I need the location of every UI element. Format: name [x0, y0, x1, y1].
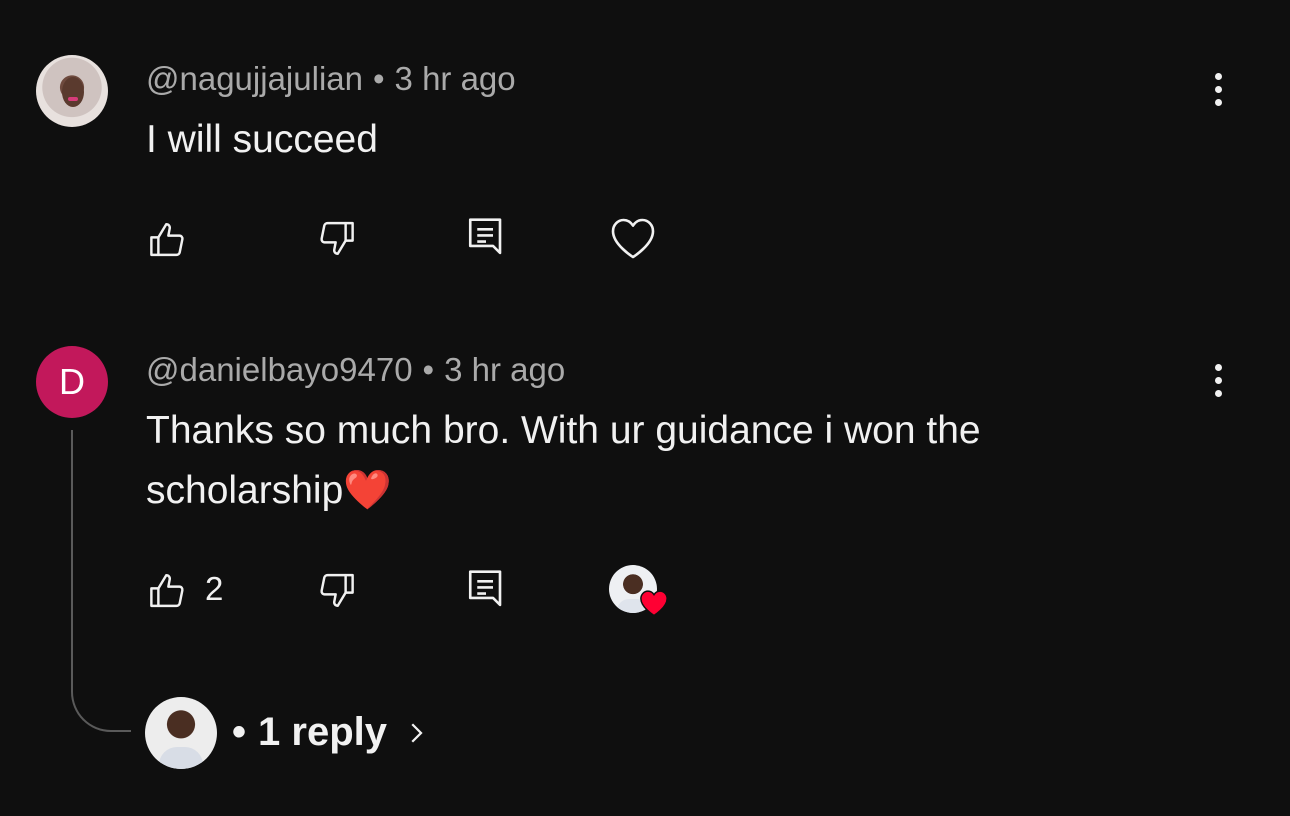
comment-username[interactable]: @nagujjajulian	[146, 60, 363, 97]
more-options-button[interactable]	[1206, 72, 1230, 112]
reply-icon	[468, 218, 502, 255]
reply-button[interactable]	[464, 566, 508, 614]
reply-button[interactable]	[464, 214, 508, 262]
reply-count-label: 1 reply	[258, 710, 387, 754]
comment-text-line: scholarship❤️	[146, 469, 392, 512]
meta-separator: •	[422, 351, 435, 388]
dislike-button[interactable]	[314, 568, 358, 612]
like-button[interactable]	[146, 218, 190, 262]
reply-icon	[468, 570, 502, 607]
comment-text: Thanks so much bro. With ur guidance i w…	[146, 401, 981, 521]
comment-timestamp[interactable]: 3 hr ago	[395, 60, 516, 97]
comment-text-line: Thanks so much bro. With ur guidance i w…	[146, 409, 981, 452]
chevron-right-icon	[411, 722, 423, 743]
reply-avatar[interactable]	[145, 697, 217, 769]
thread-connector-line	[71, 430, 131, 732]
avatar[interactable]: D	[36, 346, 108, 418]
reply-separator: •	[232, 710, 247, 754]
thumbs-down-icon	[320, 573, 354, 607]
comment-meta: @danielbayo9470 • 3 hr ago	[146, 351, 565, 389]
thumbs-up-icon	[150, 574, 184, 608]
avatar-face	[62, 77, 84, 107]
heart-button[interactable]	[608, 214, 658, 262]
comment-meta: @nagujjajulian • 3 hr ago	[146, 60, 516, 98]
more-options-button[interactable]	[1206, 363, 1230, 403]
comment-text: I will succeed	[146, 118, 378, 161]
like-button[interactable]	[146, 569, 190, 613]
more-vertical-icon	[1214, 72, 1222, 112]
view-replies-button[interactable]: • 1 reply	[232, 710, 431, 755]
avatar-detail	[159, 747, 203, 769]
heart-icon	[640, 590, 668, 617]
creator-heart-button[interactable]	[609, 565, 673, 621]
like-count: 2	[205, 570, 224, 607]
more-vertical-icon	[1214, 363, 1222, 403]
comment-timestamp[interactable]: 3 hr ago	[444, 351, 565, 388]
comment-username[interactable]: @danielbayo9470	[146, 351, 413, 388]
thumbs-down-icon	[320, 221, 354, 255]
meta-separator: •	[372, 60, 385, 97]
avatar-detail	[68, 97, 78, 101]
avatar[interactable]	[36, 55, 108, 127]
heart-icon	[611, 218, 655, 259]
thumbs-up-icon	[150, 223, 184, 257]
dislike-button[interactable]	[314, 216, 358, 260]
